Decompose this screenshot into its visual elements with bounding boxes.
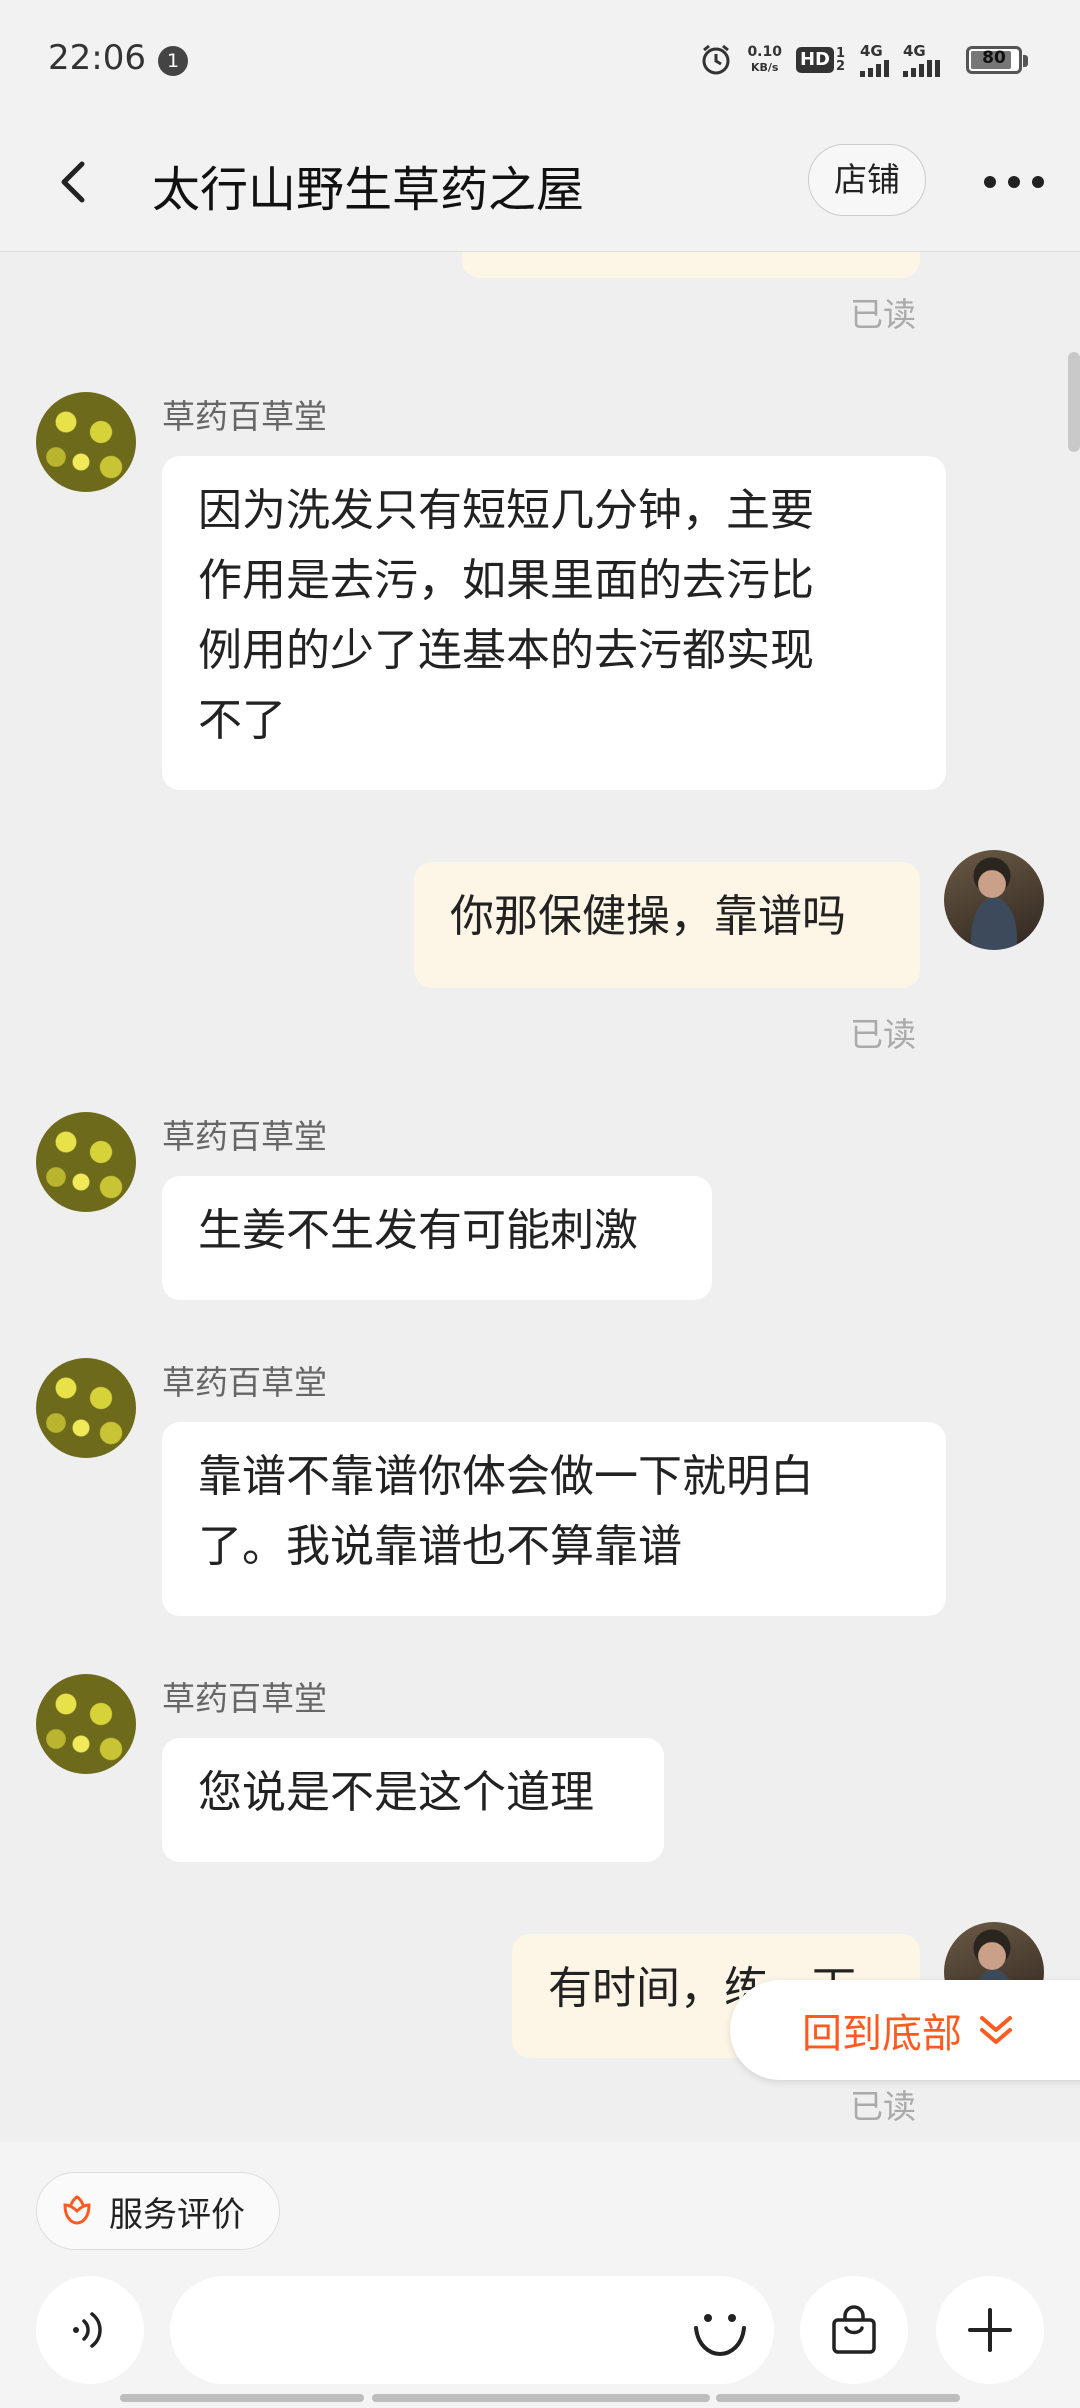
gesture-bar [372, 2394, 710, 2402]
flower-icon [63, 2195, 91, 2225]
scroll-to-bottom-label: 回到底部 [802, 2011, 962, 2057]
plus-icon [968, 2308, 1012, 2352]
gesture-bar [120, 2394, 364, 2402]
emoji-icon[interactable] [688, 2296, 752, 2360]
read-receipt: 已读 [850, 295, 916, 334]
shop-avatar[interactable] [36, 1358, 136, 1458]
message-bubble-outgoing[interactable] [462, 252, 920, 278]
message-bubble-incoming[interactable]: 因为洗发只有短短几分钟，主要 作用是去污，如果里面的去污比 例用的少了连基本的去… [162, 456, 946, 790]
voice-icon [73, 2312, 102, 2348]
double-chevron-down-icon [980, 2016, 1012, 2044]
notification-badge: 1 [158, 46, 188, 76]
message-bubble-outgoing[interactable]: 你那保健操，靠谱吗 [414, 862, 920, 988]
message-bubble-incoming[interactable]: 靠谱不靠谱你体会做一下就明白 了。我说靠谱也不算靠谱 [162, 1422, 946, 1616]
message-input[interactable] [170, 2276, 774, 2384]
scroll-to-bottom-button[interactable]: 回到底部 [730, 1980, 1080, 2080]
alarm-icon [702, 44, 730, 75]
chat-header: 太行山野生草药之屋 店铺 [0, 122, 1080, 252]
product-button[interactable] [800, 2276, 908, 2384]
signal-icon-2: 4G [903, 43, 940, 77]
page-title: 太行山野生草药之屋 [152, 162, 585, 218]
network-speed: 0.10 KB/s [747, 44, 782, 75]
service-rating-button[interactable]: 服务评价 [36, 2172, 280, 2250]
message-list[interactable]: 已读 草药百草堂 因为洗发只有短短几分钟，主要 作用是去污，如果里面的去污比 例… [0, 252, 1080, 2142]
sender-name: 草药百草堂 [162, 1117, 327, 1156]
chat-screen: 22:06 1 0.10 KB/s HD 1 2 4G 4G 80 太行山野生草… [0, 0, 1080, 2408]
shop-button[interactable]: 店铺 [808, 144, 926, 216]
status-icons: 0.10 KB/s HD 1 2 4G 4G [699, 40, 940, 80]
input-area: 服务评价 [0, 2142, 1080, 2408]
sender-name: 草药百草堂 [162, 1363, 327, 1402]
read-receipt: 已读 [850, 2087, 916, 2126]
message-bubble-incoming[interactable]: 您说是不是这个道理 [162, 1738, 664, 1862]
signal-icon-1: 4G [860, 43, 889, 77]
voice-input-button[interactable] [36, 2276, 144, 2384]
message-bubble-incoming[interactable]: 生姜不生发有可能刺激 [162, 1176, 712, 1300]
gesture-bar [716, 2394, 960, 2402]
status-bar: 22:06 1 0.10 KB/s HD 1 2 4G 4G 80 [0, 0, 1080, 122]
shopping-bag-icon [832, 2305, 876, 2354]
shop-avatar[interactable] [36, 1674, 136, 1774]
battery-icon: 80 [966, 46, 1028, 74]
more-options-icon[interactable] [982, 162, 1046, 202]
shop-avatar[interactable] [36, 1112, 136, 1212]
user-avatar[interactable] [944, 850, 1044, 950]
hd-voice-icon: HD 1 2 [795, 47, 846, 73]
sender-name: 草药百草堂 [162, 1679, 327, 1718]
scrollbar[interactable] [1068, 352, 1080, 452]
sender-name: 草药百草堂 [162, 397, 327, 436]
status-time: 22:06 [48, 38, 146, 78]
shop-avatar[interactable] [36, 392, 136, 492]
back-arrow-icon[interactable] [44, 152, 104, 212]
read-receipt: 已读 [850, 1015, 916, 1054]
more-actions-button[interactable] [936, 2276, 1044, 2384]
service-rating-label: 服务评价 [109, 2194, 245, 2235]
